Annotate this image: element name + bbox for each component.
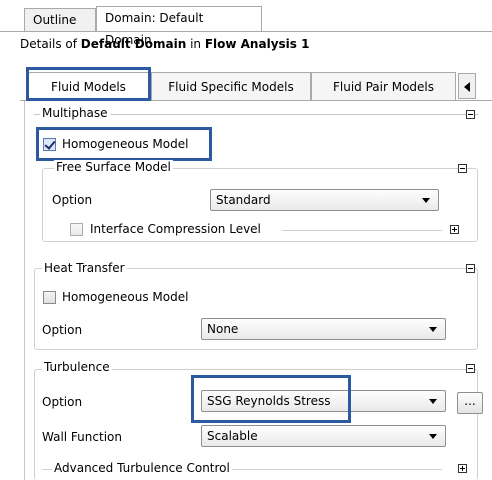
tab-outline[interactable]: Outline	[24, 8, 96, 32]
turbulence-option-highlight	[191, 375, 351, 423]
details-analysis: Flow Analysis 1	[204, 37, 310, 51]
wall-function-select[interactable]: Scalable	[201, 425, 446, 447]
free-surface-option-value: Standard	[216, 193, 271, 207]
heat-transfer-option-select[interactable]: None	[201, 318, 446, 340]
details-heading: Details of Default Domain in Flow Analys…	[20, 37, 309, 51]
interface-compression-expand-icon[interactable]	[450, 225, 459, 234]
multiphase-header: Multiphase	[40, 106, 110, 120]
heat-transfer-homogeneous-checkbox[interactable]	[43, 291, 56, 304]
tab-fluid-pair-models-label: Fluid Pair Models	[332, 80, 435, 94]
details-mid: in	[186, 37, 205, 51]
tab-domain[interactable]: Domain: Default Domain	[96, 6, 262, 47]
panel-left-border	[24, 101, 25, 480]
tab-scroll-left-icon[interactable]	[458, 73, 476, 99]
free-surface-header: Free Surface Model	[54, 160, 173, 174]
heat-transfer-option-label: Option	[42, 323, 83, 337]
heat-transfer-header: Heat Transfer	[42, 261, 127, 275]
turbulence-ellipsis-button[interactable]: ...	[457, 392, 483, 414]
wall-function-value: Scalable	[207, 429, 258, 443]
tab-fluid-specific-models-label: Fluid Specific Models	[168, 80, 294, 94]
fluid-models-highlight	[26, 67, 151, 101]
wall-function-label: Wall Function	[42, 430, 122, 444]
heat-transfer-homogeneous-label: Homogeneous Model	[62, 290, 189, 304]
tab-outline-label: Outline	[33, 13, 77, 27]
chevron-down-icon	[422, 198, 430, 203]
ellipsis-icon: ...	[464, 394, 476, 408]
details-prefix: Details of	[20, 37, 81, 51]
chevron-down-icon	[429, 434, 437, 439]
turbulence-option-label: Option	[42, 395, 83, 409]
heat-transfer-option-value: None	[207, 322, 239, 336]
multiphase-collapse-icon[interactable]	[466, 110, 475, 119]
interface-compression-divider	[282, 230, 442, 231]
interface-compression-checkbox[interactable]	[70, 223, 83, 236]
advanced-turbulence-label: Advanced Turbulence Control	[52, 461, 232, 475]
turbulence-collapse-icon[interactable]	[466, 364, 475, 373]
turbulence-header: Turbulence	[42, 360, 112, 374]
tab-fluid-specific-models[interactable]: Fluid Specific Models	[151, 72, 311, 100]
chevron-down-icon	[429, 327, 437, 332]
advanced-turbulence-expand-icon[interactable]	[458, 464, 467, 473]
free-surface-collapse-icon[interactable]	[458, 164, 467, 173]
interface-compression-label: Interface Compression Level	[90, 222, 261, 236]
chevron-down-icon	[429, 399, 437, 404]
tab-strip-divider	[0, 31, 492, 32]
heat-transfer-collapse-icon[interactable]	[466, 264, 475, 273]
free-surface-option-label: Option	[52, 193, 93, 207]
tab-fluid-pair-models[interactable]: Fluid Pair Models	[311, 72, 456, 100]
details-object: Default Domain	[80, 37, 187, 51]
free-surface-option-select[interactable]: Standard	[210, 189, 439, 211]
homogeneous-model-highlight	[36, 127, 212, 161]
